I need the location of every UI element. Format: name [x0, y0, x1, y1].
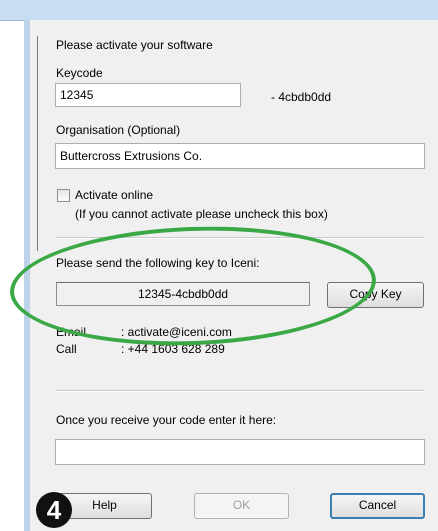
email-value: : activate@iceni.com: [121, 325, 232, 339]
organisation-label: Organisation (Optional): [56, 123, 181, 137]
call-value: : +44 1603 628 289: [121, 342, 225, 356]
call-label: Call: [56, 342, 77, 356]
step-number-badge: 4: [36, 492, 72, 528]
activate-online-checkbox[interactable]: [57, 189, 70, 202]
keycode-input[interactable]: 12345: [55, 83, 241, 107]
organisation-input[interactable]: Buttercross Extrusions Co.: [55, 143, 425, 169]
copy-key-button[interactable]: Copy Key: [327, 282, 424, 308]
separator: [55, 390, 425, 392]
activation-code-input[interactable]: [55, 439, 425, 465]
dialog-edge-line: [37, 36, 38, 251]
cancel-button[interactable]: Cancel: [330, 493, 425, 519]
receive-code-label: Once you receive your code enter it here…: [56, 413, 277, 427]
activation-key-field[interactable]: 12345-4cbdb0dd: [56, 282, 310, 306]
keycode-label: Keycode: [56, 66, 103, 80]
intro-text: Please activate your software: [56, 38, 213, 52]
keycode-suffix: - 4cbdb0dd: [271, 90, 332, 104]
ok-button[interactable]: OK: [194, 493, 289, 519]
activate-online-hint: (If you cannot activate please uncheck t…: [75, 207, 328, 221]
email-label: Email: [56, 325, 87, 339]
activate-online-label[interactable]: Activate online: [75, 188, 153, 202]
separator: [55, 237, 425, 239]
window-title-bar: [0, 0, 438, 21]
send-key-label: Please send the following key to Iceni:: [56, 256, 260, 270]
